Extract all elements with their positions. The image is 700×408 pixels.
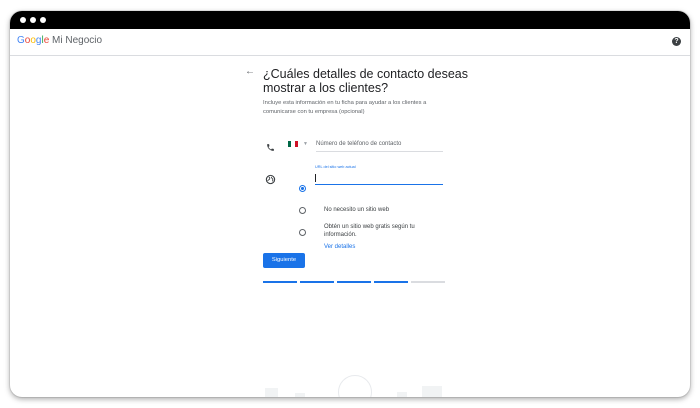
faint-illustration bbox=[265, 388, 278, 397]
progress-step bbox=[263, 281, 297, 283]
progress-step bbox=[374, 281, 408, 283]
back-arrow-icon[interactable]: ← bbox=[245, 66, 255, 78]
globe-icon bbox=[265, 172, 276, 190]
free-website-option-label[interactable]: Obtén un sitio web gratis según tu infor… bbox=[324, 223, 444, 239]
faint-illustration bbox=[338, 375, 372, 397]
page-subtitle: Incluye esta información en tu ficha par… bbox=[263, 100, 427, 115]
website-url-radio[interactable] bbox=[299, 185, 306, 192]
faint-illustration bbox=[422, 386, 442, 397]
content-area: ← ¿Cuáles detalles de contacto deseas mo… bbox=[10, 11, 690, 397]
faint-illustration bbox=[397, 392, 407, 397]
browser-window: Google Mi Negocio ? ← ¿Cuáles detalles d… bbox=[10, 11, 690, 397]
progress-steps bbox=[263, 281, 445, 283]
see-details-link[interactable]: Ver detalles bbox=[324, 243, 355, 251]
phone-input-underline bbox=[316, 151, 443, 152]
faint-illustration bbox=[295, 393, 305, 397]
page-title: ¿Cuáles detalles de contacto deseas most… bbox=[263, 67, 468, 95]
progress-step bbox=[411, 281, 445, 283]
url-field-label: URL del sitio web actual bbox=[315, 165, 356, 169]
text-cursor bbox=[315, 174, 316, 182]
phone-input[interactable]: Número de teléfono de contacto bbox=[316, 140, 401, 148]
phone-icon bbox=[266, 139, 275, 157]
website-url-input[interactable] bbox=[315, 172, 443, 185]
free-website-radio[interactable] bbox=[299, 229, 306, 236]
next-button[interactable]: Siguiente bbox=[263, 253, 305, 268]
no-website-option-label[interactable]: No necesito un sitio web bbox=[324, 206, 389, 214]
progress-step bbox=[300, 281, 334, 283]
country-dropdown-chevron-down-icon[interactable]: ▼ bbox=[303, 141, 308, 147]
progress-step bbox=[337, 281, 371, 283]
mexico-flag-icon[interactable] bbox=[288, 141, 298, 147]
no-website-radio[interactable] bbox=[299, 207, 306, 214]
